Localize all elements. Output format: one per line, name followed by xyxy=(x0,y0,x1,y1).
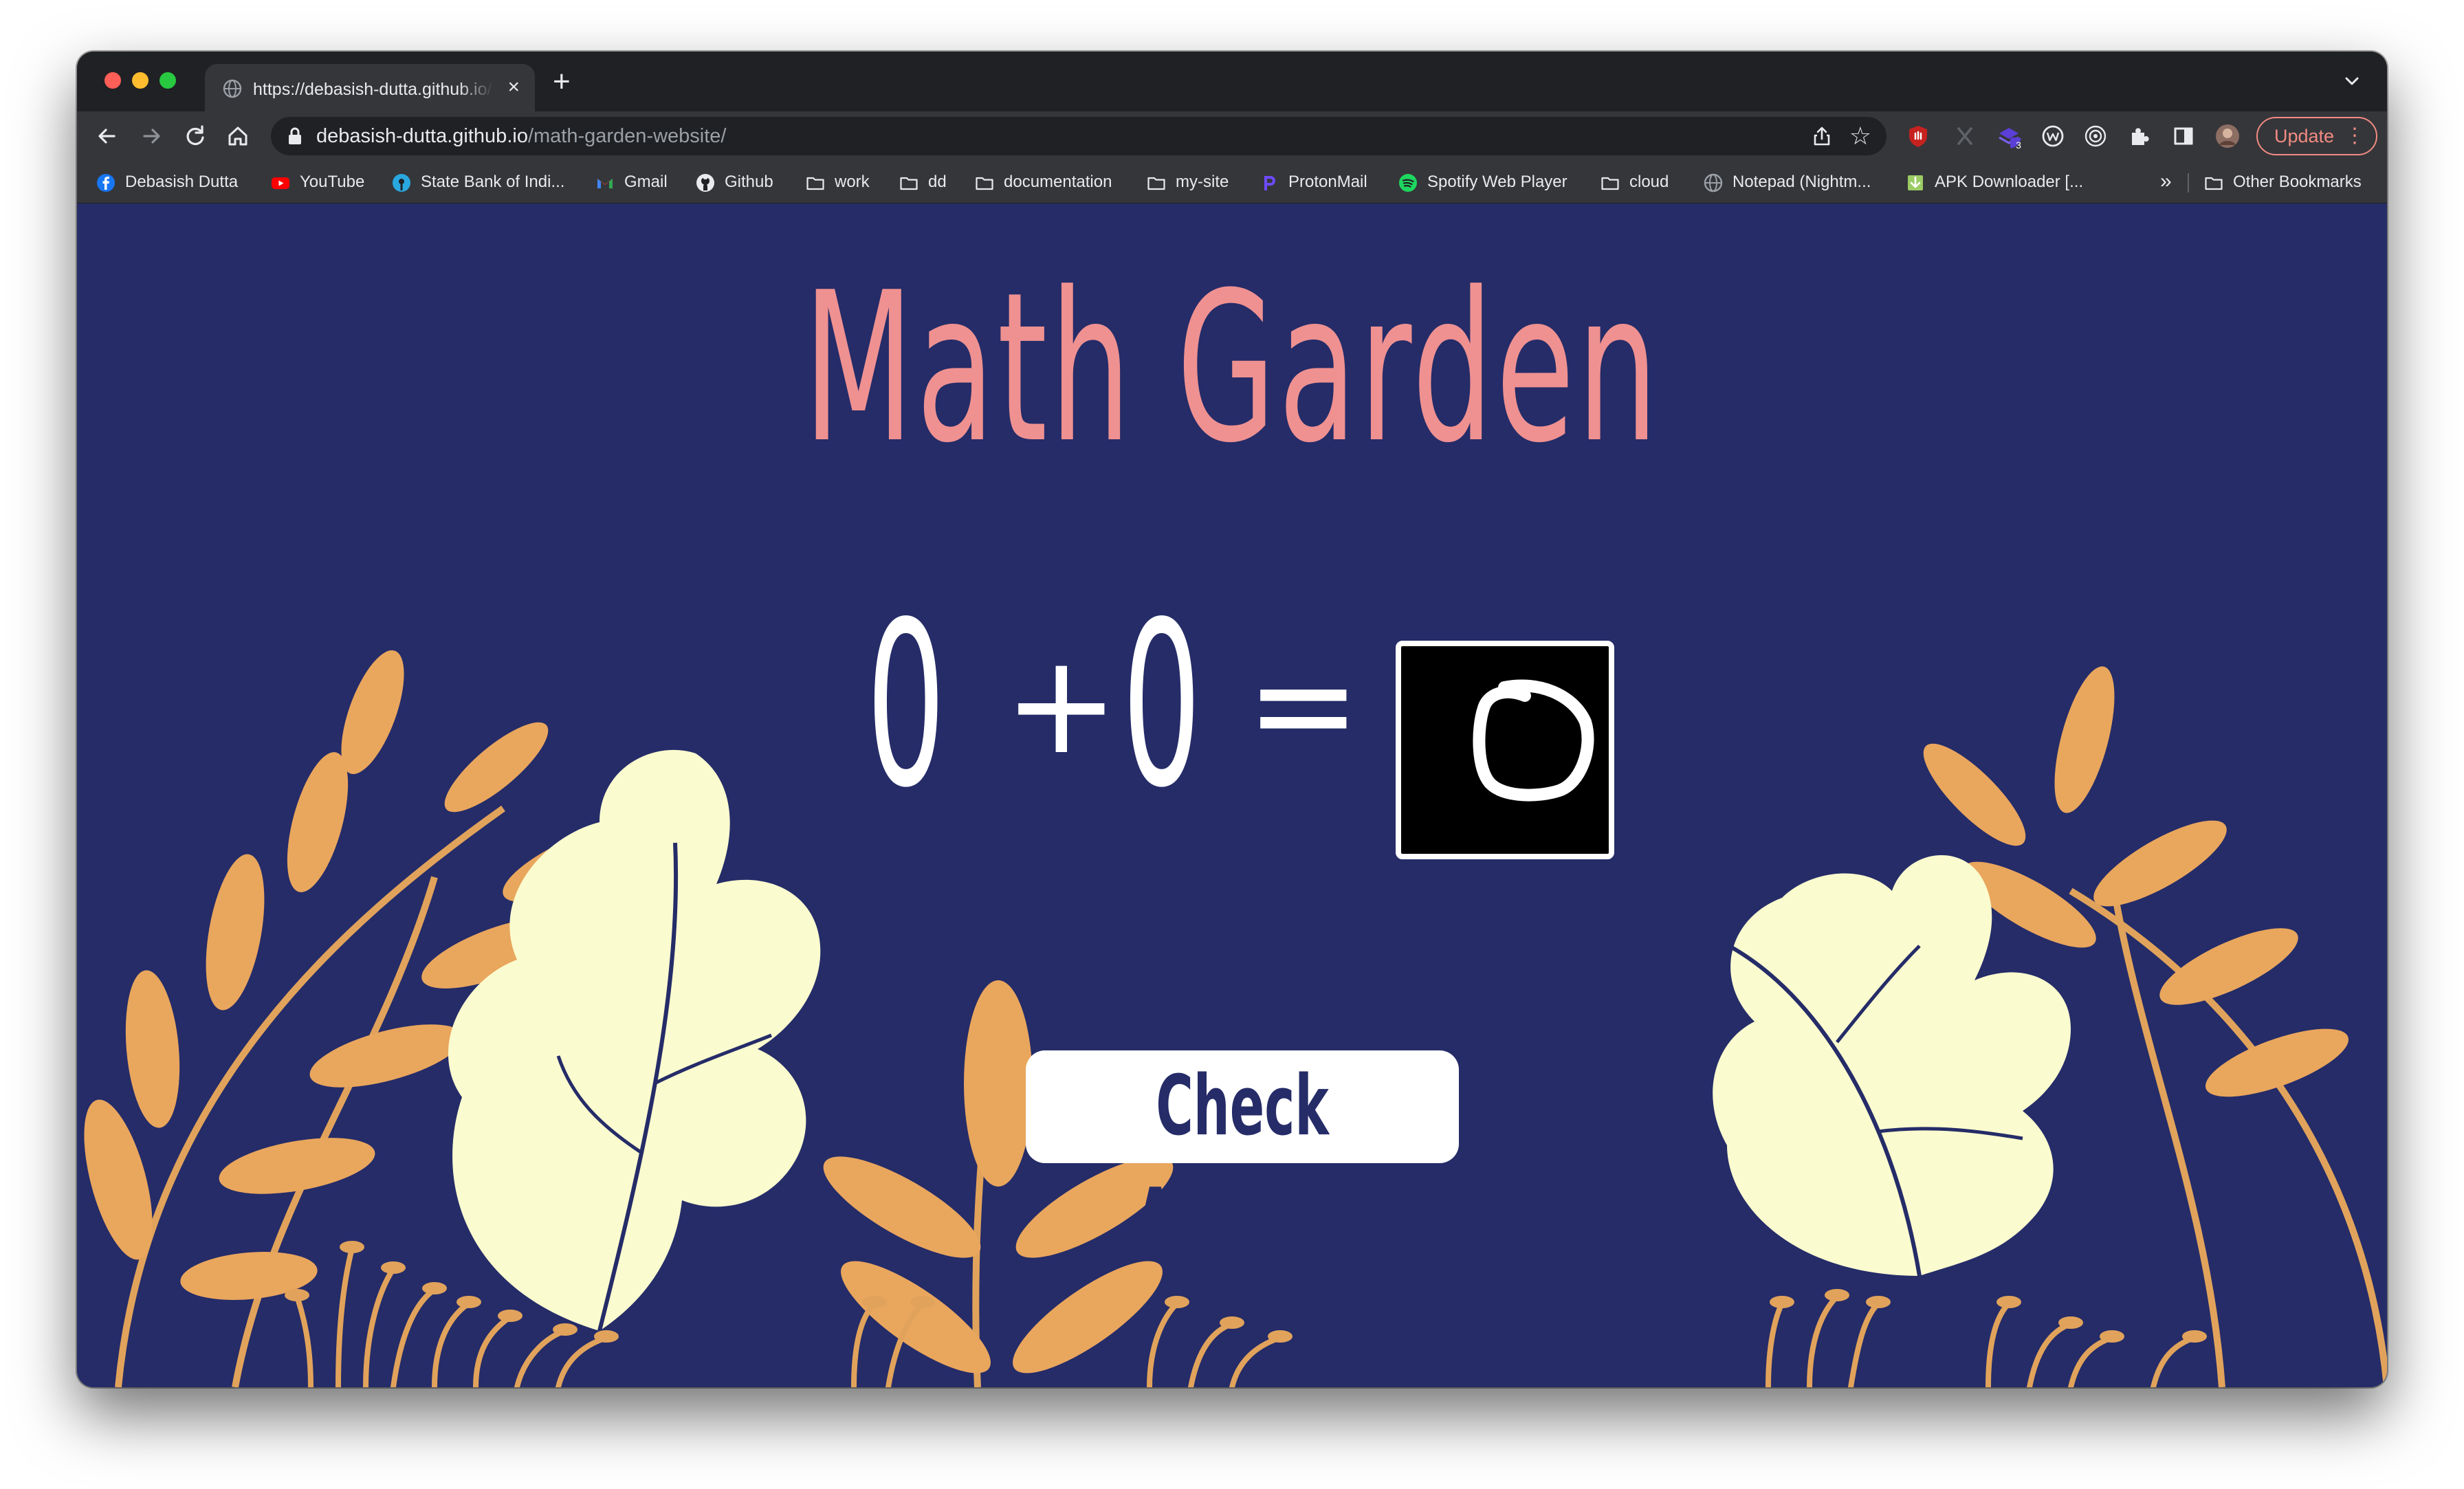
spotify-icon xyxy=(1399,174,1417,192)
extensions-puzzle-icon[interactable] xyxy=(2127,124,2152,148)
update-button-label: Update xyxy=(2274,126,2335,146)
globe-icon xyxy=(1704,173,1723,192)
close-window-button[interactable] xyxy=(104,72,121,89)
home-icon[interactable] xyxy=(224,122,252,150)
browser-toolbar: debasish-dutta.github.io/math-garden-web… xyxy=(77,111,2387,161)
folder-icon xyxy=(1147,177,1165,190)
w-extension-icon[interactable] xyxy=(2040,124,2065,148)
address-bar[interactable]: debasish-dutta.github.io/math-garden-web… xyxy=(271,117,1886,155)
update-button[interactable]: Update ⋮ xyxy=(2256,117,2377,155)
bookmarks-separator xyxy=(2188,173,2189,192)
zoom-window-button[interactable] xyxy=(160,72,176,89)
check-answer-button[interactable]: Check Answer xyxy=(1026,1050,1459,1267)
tab-search-chevron-icon[interactable] xyxy=(2342,71,2362,91)
page-title: Math Garden xyxy=(803,248,1661,488)
protonmail-icon xyxy=(1264,176,1275,190)
equation-operand-2: 0 xyxy=(1122,573,1202,837)
folder-icon xyxy=(900,177,918,190)
youtube-icon xyxy=(272,177,289,189)
x-extension-icon[interactable] xyxy=(1952,124,1977,148)
apk-icon xyxy=(1908,175,1923,190)
tab-active[interactable]: https://debasish-dutta.github.io/math-ga… xyxy=(205,64,535,111)
url-host: debasish-dutta.github.io xyxy=(316,125,528,147)
extension-badge-count: 3 xyxy=(2016,140,2021,151)
tab-close-icon[interactable]: × xyxy=(507,75,520,100)
tab-strip: https://debasish-dutta.github.io/math-ga… xyxy=(77,52,2387,111)
answer-drawing-canvas[interactable] xyxy=(1396,641,1614,859)
sbi-icon xyxy=(393,174,410,192)
back-arrow-icon[interactable] xyxy=(94,122,121,150)
profile-avatar[interactable] xyxy=(2215,124,2240,148)
facebook-icon xyxy=(97,174,115,192)
tab-title: https://debasish-dutta.github.io/math-ga… xyxy=(253,80,494,99)
drawn-zero-stroke xyxy=(1473,679,1594,802)
github-icon xyxy=(696,174,714,192)
gmail-icon xyxy=(597,179,613,188)
url-path: /math-garden-website/ xyxy=(527,125,727,147)
minimize-window-button[interactable] xyxy=(132,72,148,89)
side-panel-icon[interactable] xyxy=(2171,124,2196,148)
check-answer-label: Check Answer xyxy=(1135,1059,1350,1267)
equation-equals: = xyxy=(1246,625,1361,785)
url-text[interactable]: debasish-dutta.github.io/math-garden-web… xyxy=(316,124,726,148)
equation-operator: + xyxy=(1004,625,1119,785)
ublock-icon[interactable] xyxy=(1906,124,1930,148)
target-extension-icon[interactable] xyxy=(2083,124,2108,148)
bookmark-star-icon[interactable]: ☆ xyxy=(1849,122,1871,150)
share-icon[interactable] xyxy=(1811,125,1833,147)
lock-icon[interactable] xyxy=(286,126,304,146)
folder-icon xyxy=(1601,177,1619,190)
forward-arrow-icon[interactable] xyxy=(138,122,165,150)
folder-icon xyxy=(2205,177,2223,190)
globe-icon xyxy=(223,79,242,98)
math-garden-page: Math Garden 0 + 0 = Check Answer xyxy=(77,203,2387,1387)
bookmarks-overflow-chevron[interactable]: » xyxy=(2160,169,2172,194)
bookmarks-bar: Debasish Dutta YouTube State Bank of Ind… xyxy=(77,161,2387,203)
new-tab-button[interactable]: + xyxy=(553,67,571,97)
folder-icon xyxy=(976,177,993,190)
browser-window: https://debasish-dutta.github.io/math-ga… xyxy=(77,52,2387,1387)
equation-operand-1: 0 xyxy=(866,573,946,837)
reload-icon[interactable] xyxy=(182,122,209,150)
folder-icon xyxy=(806,177,824,190)
more-menu-icon[interactable]: ⋮ xyxy=(2344,118,2365,154)
left-cream-leaf xyxy=(448,749,821,1332)
